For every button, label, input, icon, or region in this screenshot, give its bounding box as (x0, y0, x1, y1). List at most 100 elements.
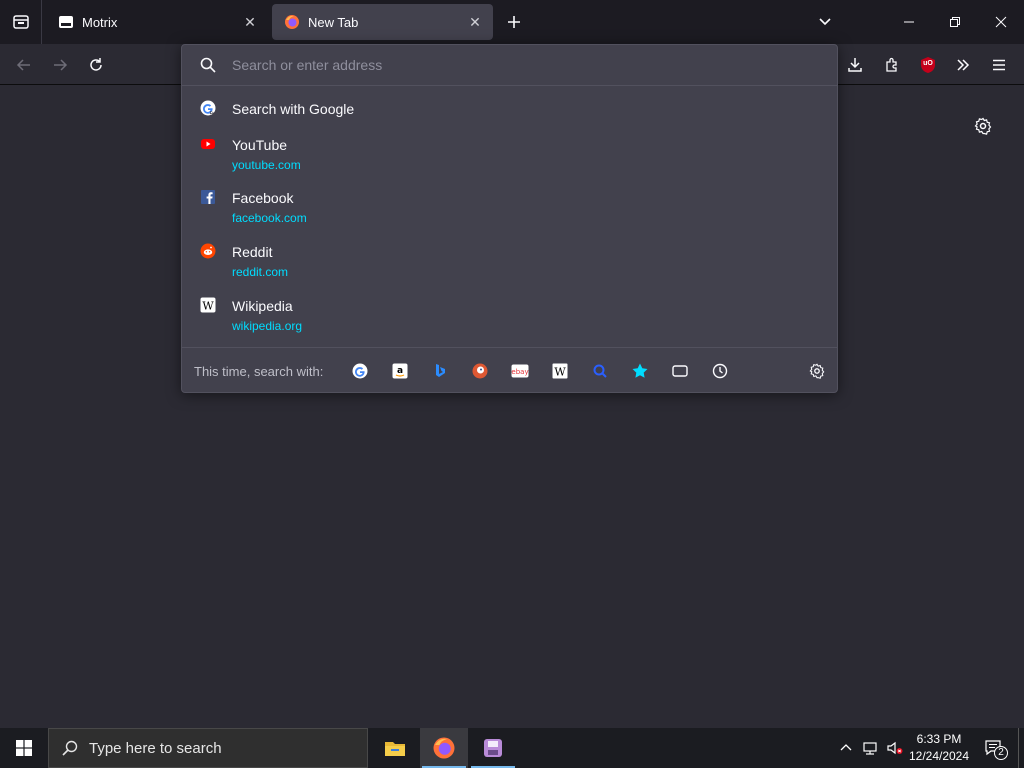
back-arrow-icon (16, 59, 30, 71)
tab-icon (672, 365, 688, 377)
tab-strip: Motrix ✕ New Tab ✕ (0, 0, 1024, 44)
system-clock[interactable]: 6:33 PM 12/24/2024 (905, 731, 973, 765)
app-menu-button[interactable] (986, 52, 1012, 78)
close-tab-icon[interactable]: ✕ (463, 10, 487, 34)
extensions-button[interactable] (879, 52, 905, 78)
plus-icon (508, 16, 520, 28)
youtube-icon (201, 139, 215, 149)
address-input[interactable] (232, 57, 837, 73)
wikipedia-icon: W (200, 297, 216, 313)
double-chevron-right-icon (957, 59, 970, 71)
list-all-tabs-button[interactable] (802, 0, 848, 44)
engine-duckduckgo-button[interactable] (470, 361, 490, 381)
volume-muted-icon (887, 741, 903, 755)
downloads-button[interactable] (842, 52, 868, 78)
search-icon (200, 57, 216, 73)
tab-motrix[interactable]: Motrix ✕ (46, 4, 268, 40)
taskbar-search-placeholder: Type here to search (89, 739, 222, 757)
result-row-facebook[interactable]: Facebook facebook.com (182, 186, 837, 232)
engine-bing-button[interactable] (430, 361, 450, 381)
reload-button[interactable] (83, 52, 109, 78)
notifications-button[interactable]: 2 (978, 728, 1010, 768)
result-url: youtube.com (232, 158, 301, 172)
download-icon (848, 58, 862, 72)
search-settings-button[interactable] (807, 361, 827, 381)
back-button[interactable] (11, 52, 37, 78)
search-bookmarks-button[interactable] (630, 361, 650, 381)
one-off-label: This time, search with: (194, 364, 324, 379)
engine-amazon-button[interactable]: a (390, 361, 410, 381)
minimize-button[interactable] (886, 0, 932, 44)
gear-icon (809, 363, 825, 379)
star-icon (632, 363, 648, 378)
ublock-origin-button[interactable]: uO (915, 52, 941, 78)
svg-text:a: a (397, 366, 403, 376)
overflow-menu-button[interactable] (950, 52, 976, 78)
gear-icon (974, 117, 992, 135)
result-row-youtube[interactable]: YouTube youtube.com (182, 133, 837, 179)
windows-logo-icon (16, 740, 32, 756)
svg-text:ebay: ebay (511, 368, 528, 376)
folder-icon (385, 742, 405, 756)
magnifier-icon (593, 364, 607, 378)
taskbar-file-explorer[interactable] (371, 728, 419, 768)
one-off-search-bar: This time, search with: a ebay W (182, 347, 837, 393)
personalize-new-tab-button[interactable] (971, 114, 995, 138)
close-tab-icon[interactable]: ✕ (238, 10, 262, 34)
urlbar-dropdown: Search with Google YouTube youtube.com F… (181, 44, 838, 393)
chevron-up-icon (840, 744, 852, 751)
result-row-search-google[interactable]: Search with Google (182, 97, 837, 127)
tab-new-tab[interactable]: New Tab ✕ (272, 4, 493, 40)
engine-wikipedia-button[interactable]: W (550, 361, 570, 381)
firefox-favicon (285, 15, 299, 29)
engine-google-button[interactable] (350, 361, 370, 381)
result-url: reddit.com (232, 265, 289, 279)
firefox-view-icon (12, 15, 29, 29)
firefox-view-button[interactable] (0, 0, 42, 44)
address-bar (182, 45, 837, 86)
minimize-icon (904, 21, 914, 23)
tab-title: Motrix (82, 14, 118, 30)
svg-text:W: W (202, 300, 214, 313)
reddit-icon (200, 243, 216, 259)
firefox-icon (433, 737, 455, 759)
clock-time: 6:33 PM (916, 732, 962, 746)
volume-button[interactable] (884, 728, 906, 768)
forward-arrow-icon (54, 59, 68, 71)
search-tabs-button[interactable] (670, 361, 690, 381)
clock-date: 12/24/2024 (908, 749, 970, 763)
hamburger-menu-icon (993, 59, 1005, 71)
taskbar-search-box[interactable]: Type here to search (48, 728, 368, 768)
tab-title: New Tab (308, 14, 359, 30)
forward-button[interactable] (47, 52, 73, 78)
taskbar-firefox[interactable] (420, 728, 468, 768)
google-icon (200, 100, 216, 116)
close-window-button[interactable] (978, 0, 1024, 44)
clock-icon (712, 363, 728, 379)
engine-ebay-button[interactable]: ebay (510, 361, 530, 381)
notification-count-badge: 2 (994, 746, 1008, 760)
ebay-icon: ebay (511, 364, 529, 378)
save-disk-icon (484, 739, 502, 757)
close-icon (995, 16, 1007, 28)
google-icon (352, 363, 368, 379)
restore-icon (950, 17, 960, 27)
result-title: Wikipedia (232, 298, 293, 314)
new-tab-button[interactable] (502, 10, 526, 34)
result-row-reddit[interactable]: Reddit reddit.com (182, 240, 837, 286)
show-hidden-icons-button[interactable] (836, 728, 856, 768)
motrix-favicon (59, 16, 73, 28)
result-title: YouTube (232, 137, 288, 153)
puzzle-icon (886, 57, 897, 72)
result-row-wikipedia[interactable]: W Wikipedia wikipedia.org (182, 294, 837, 340)
show-desktop-divider[interactable] (1018, 728, 1019, 768)
network-button[interactable] (860, 728, 882, 768)
ublock-badge-text: uO (923, 60, 933, 67)
engine-search-button[interactable] (590, 361, 610, 381)
search-history-button[interactable] (710, 361, 730, 381)
duckduckgo-icon (472, 363, 488, 379)
restore-button[interactable] (932, 0, 978, 44)
taskbar-motrix[interactable] (469, 728, 517, 768)
start-button[interactable] (0, 728, 48, 768)
facebook-icon (201, 190, 215, 204)
